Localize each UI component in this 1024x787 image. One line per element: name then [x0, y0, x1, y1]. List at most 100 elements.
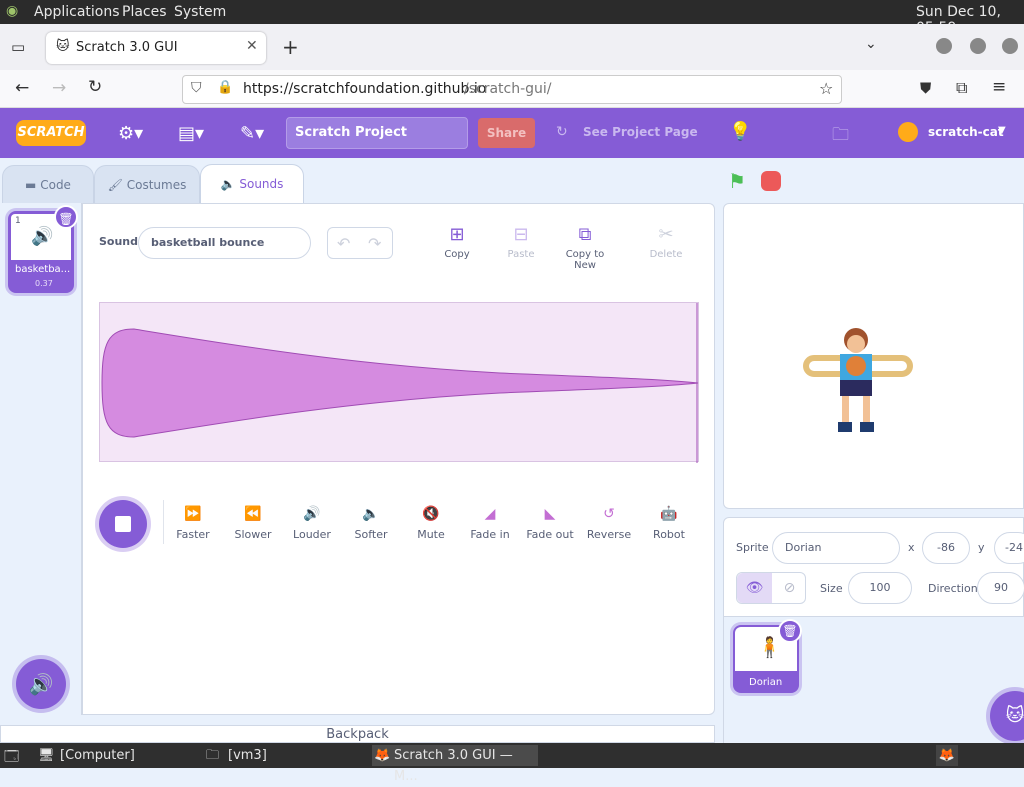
- my-stuff-folder-icon[interactable]: 🗀: [832, 122, 849, 151]
- edit-pencil-icon[interactable]: ✎▾: [240, 123, 264, 144]
- account-chevron-down-icon[interactable]: ▼: [998, 125, 1006, 136]
- fade-out-icon: ◣: [544, 506, 556, 522]
- gnome-foot-icon[interactable]: ◉: [6, 3, 18, 19]
- x-input[interactable]: -86: [922, 532, 970, 564]
- tab-costumes[interactable]: 🖌 Costumes: [94, 165, 200, 203]
- sound-editor: Sound basketball bounce ↶ ↷ ⊞ Copy ⊟ Pas…: [82, 203, 715, 715]
- system-menu[interactable]: System: [174, 4, 226, 20]
- undo-icon[interactable]: ↶: [337, 234, 350, 253]
- close-window-icon[interactable]: [1002, 38, 1018, 54]
- mute-icon: 🔇: [422, 506, 440, 522]
- y-input[interactable]: -24: [994, 532, 1024, 564]
- scratch-logo[interactable]: SCRATCH: [16, 120, 86, 146]
- x-label: x: [908, 541, 915, 554]
- effect-softer-button[interactable]: 🔈 Softer: [341, 506, 401, 541]
- sound-index: 1: [15, 216, 21, 226]
- tab-code[interactable]: ▬ Code: [2, 165, 94, 203]
- delete-button[interactable]: ✂ Delete: [636, 224, 696, 260]
- paste-button[interactable]: ⊟ Paste: [491, 224, 551, 260]
- sprite-name-input[interactable]: Dorian: [772, 532, 900, 564]
- applications-menu[interactable]: Applications: [34, 4, 120, 20]
- navigation-bar: ← → ↻ ⛉ 🔒 https://scratchfoundation.gith…: [0, 70, 1024, 108]
- delete-sprite-trash-icon[interactable]: 🗑: [778, 619, 802, 643]
- browser-tab[interactable]: 🐱 Scratch 3.0 GUI ✕: [46, 32, 266, 64]
- task-vm3[interactable]: 🗀 [vm3]: [206, 745, 267, 766]
- places-menu[interactable]: Places: [122, 4, 167, 20]
- share-button[interactable]: Share: [478, 118, 535, 148]
- backpack-header[interactable]: Backpack: [0, 725, 715, 743]
- effect-fade-in-button[interactable]: ◢ Fade in: [460, 506, 520, 541]
- stage[interactable]: [723, 203, 1024, 509]
- effect-reverse-button[interactable]: ↺ Reverse: [579, 506, 639, 541]
- avatar[interactable]: [898, 122, 918, 142]
- add-sound-button[interactable]: 🔊: [16, 659, 66, 709]
- delete-sound-trash-icon[interactable]: 🗑: [54, 205, 78, 229]
- scratch-menu-bar: SCRATCH ⚙▾ ▤▾ ✎▾ Scratch Project Share ↻…: [0, 108, 1024, 158]
- hamburger-menu-icon[interactable]: ≡: [992, 77, 1006, 97]
- task-computer[interactable]: 🖥 [Computer]: [38, 745, 135, 766]
- username[interactable]: scratch-cat: [928, 125, 1004, 139]
- tab-overview-icon[interactable]: ▭: [11, 38, 25, 56]
- back-arrow-icon[interactable]: ←: [15, 78, 29, 98]
- settings-gear-icon[interactable]: ⚙▾: [118, 123, 143, 144]
- url-field[interactable]: ⛉ 🔒 https://scratchfoundation.github.io …: [182, 75, 842, 104]
- tab-costumes-label: Costumes: [126, 178, 187, 192]
- hide-eye-icon[interactable]: ⊘: [773, 573, 806, 603]
- stop-sign-icon[interactable]: [761, 171, 781, 191]
- show-eye-icon[interactable]: 👁: [737, 573, 772, 603]
- bookmark-star-icon[interactable]: ☆: [819, 79, 833, 98]
- faster-icon: ⏩: [184, 506, 202, 522]
- minimize-window-icon[interactable]: [936, 38, 952, 54]
- effect-robot-button[interactable]: 🤖 Robot: [639, 506, 699, 541]
- lock-icon[interactable]: 🔒: [217, 80, 233, 95]
- sprite-list: 🧍 Dorian 🗑 🐱: [723, 617, 1024, 743]
- see-project-page-link[interactable]: See Project Page: [583, 125, 698, 139]
- louder-icon: 🔊: [303, 506, 321, 522]
- close-tab-icon[interactable]: ✕: [246, 38, 258, 54]
- shield-icon[interactable]: ⛉: [191, 80, 202, 96]
- y-label: y: [978, 541, 985, 554]
- file-menu-icon[interactable]: ▤▾: [178, 123, 204, 144]
- dorian-sprite[interactable]: [802, 322, 922, 442]
- green-flag-icon[interactable]: ⚑: [728, 169, 746, 193]
- redo-icon[interactable]: ↷: [368, 234, 381, 253]
- effect-label: Faster: [176, 528, 210, 541]
- size-input[interactable]: 100: [848, 572, 912, 604]
- add-sprite-cat-button[interactable]: 🐱: [990, 691, 1024, 741]
- effect-louder-button[interactable]: 🔊 Louder: [282, 506, 342, 541]
- effect-label: Robot: [653, 528, 685, 541]
- show-desktop-icon[interactable]: 🗔: [4, 746, 19, 770]
- sound-name-input[interactable]: basketball bounce: [138, 227, 311, 259]
- project-title-input[interactable]: Scratch Project: [286, 117, 468, 149]
- effect-label: Fade in: [470, 528, 510, 541]
- effect-slower-button[interactable]: ⏪ Slower: [223, 506, 283, 541]
- tab-sounds[interactable]: 🔈 Sounds: [200, 164, 304, 204]
- copy-button[interactable]: ⊞ Copy: [427, 224, 487, 260]
- task-firefox-window[interactable]: 🦊 Scratch 3.0 GUI — M...: [372, 745, 538, 784]
- maximize-window-icon[interactable]: [970, 38, 986, 54]
- scratch-favicon-icon: 🐱: [56, 39, 70, 54]
- waveform-container[interactable]: [99, 302, 699, 463]
- copy-to-new-button[interactable]: ⧉ Copy to New: [555, 224, 615, 271]
- reload-icon[interactable]: ↻: [88, 77, 102, 97]
- taskbar: 🗔 🖥 [Computer] 🗀 [vm3] 🦊 Scratch 3.0 GUI…: [0, 743, 1024, 784]
- effect-label: Fade out: [526, 528, 574, 541]
- speaker-icon: 🔈: [220, 177, 236, 191]
- firefox-tray-icon[interactable]: 🦊: [936, 745, 958, 766]
- effect-faster-button[interactable]: ⏩ Faster: [163, 506, 223, 541]
- extensions-icon[interactable]: ⧉: [956, 78, 967, 98]
- paste-label: Paste: [507, 249, 535, 260]
- direction-input[interactable]: 90: [977, 572, 1024, 604]
- effect-fade-out-button[interactable]: ◣ Fade out: [520, 506, 580, 541]
- theme-lightbulb-icon[interactable]: 💡: [729, 121, 751, 142]
- tab-list-chevron-icon[interactable]: ⌄: [865, 36, 877, 52]
- url-host: https://scratchfoundation.github.io: [243, 81, 487, 97]
- system-top-bar: ◉ Applications Places System Sun Dec 10,…: [0, 0, 1024, 36]
- forward-arrow-icon[interactable]: →: [52, 78, 66, 98]
- stop-playback-button[interactable]: [99, 500, 147, 548]
- effect-label: Mute: [417, 528, 445, 541]
- softer-icon: 🔈: [362, 506, 380, 522]
- effect-mute-button[interactable]: 🔇 Mute: [401, 506, 461, 541]
- new-tab-icon[interactable]: +: [282, 35, 299, 59]
- pocket-icon[interactable]: ⛊: [920, 79, 931, 97]
